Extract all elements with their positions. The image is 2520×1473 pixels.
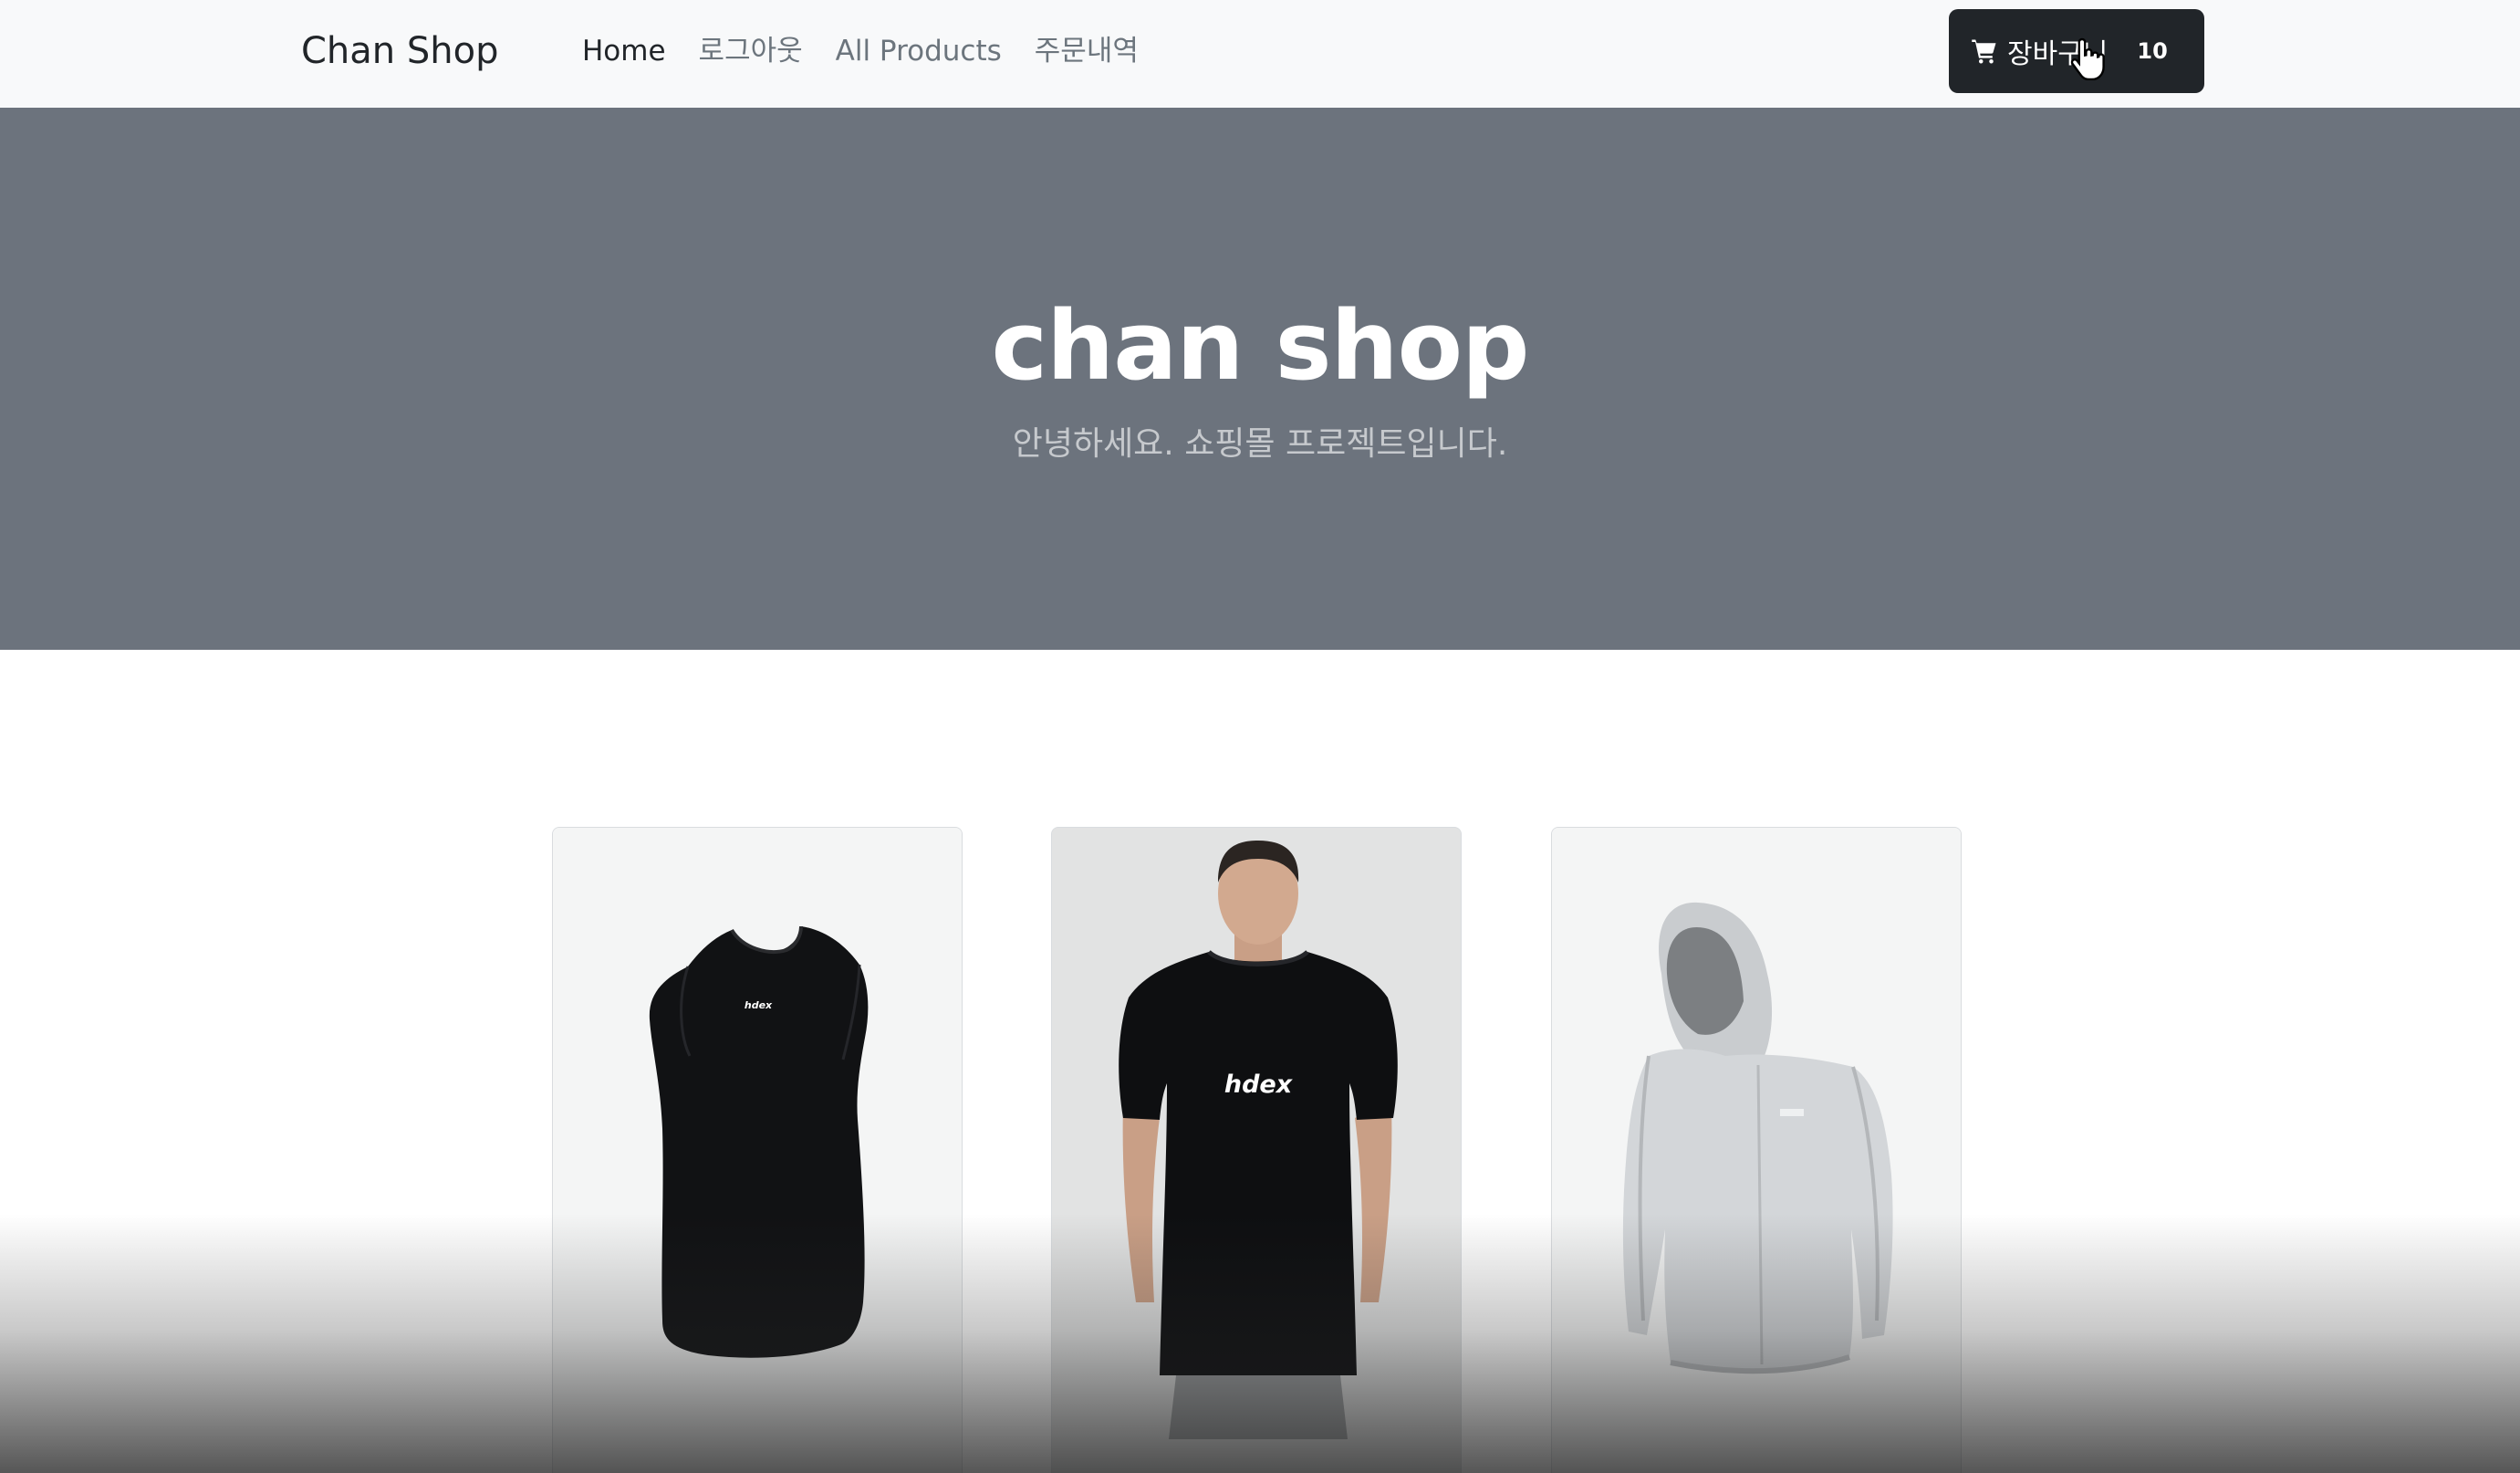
product-image-model-tshirt[interactable]: hdex: [1052, 828, 1462, 1439]
nav-links: Home 로그아웃 All Products 주문내역: [566, 27, 1155, 75]
navbar: Chan Shop Home 로그아웃 All Products 주문내역 장바…: [0, 0, 2520, 109]
cart-icon: [1972, 39, 1996, 64]
nav-link-orders[interactable]: 주문내역: [1018, 27, 1155, 75]
product-logo-text: hdex: [745, 999, 773, 1011]
product-image-tank-top[interactable]: hdex: [553, 828, 963, 1439]
nav-link-all-products[interactable]: All Products: [819, 27, 1018, 75]
nav-link-logout[interactable]: 로그아웃: [682, 27, 819, 75]
product-logo-text: hdex: [1224, 1071, 1294, 1099]
brand-link[interactable]: Chan Shop: [301, 26, 498, 77]
hero-title: chan shop: [991, 290, 1530, 402]
cart-count-badge: 10: [2137, 38, 2168, 64]
hero-banner: chan shop 안녕하세요. 쇼핑몰 프로젝트입니다.: [0, 108, 2520, 650]
product-image-jacket[interactable]: [1552, 828, 1962, 1439]
product-card[interactable]: hdex: [1051, 827, 1462, 1473]
nav-link-home[interactable]: Home: [566, 27, 682, 75]
product-card[interactable]: hdex: [552, 827, 963, 1473]
product-card[interactable]: [1551, 827, 1962, 1473]
hand-cursor-icon: [2070, 37, 2105, 80]
hero-subtitle: 안녕하세요. 쇼핑몰 프로젝트입니다.: [1012, 425, 1508, 463]
page: Chan Shop Home 로그아웃 All Products 주문내역 장바…: [0, 0, 2520, 1473]
